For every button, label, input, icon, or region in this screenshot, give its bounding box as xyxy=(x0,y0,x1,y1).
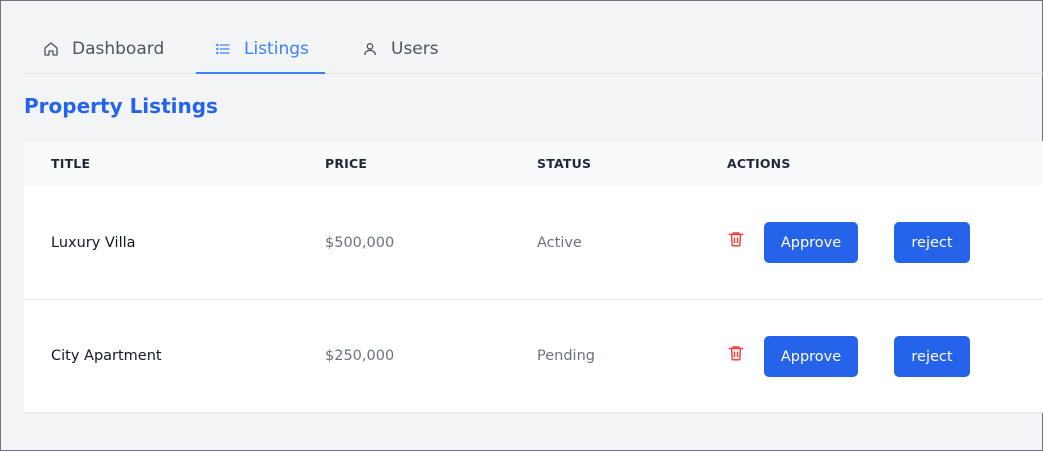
tab-listings[interactable]: Listings xyxy=(196,25,325,74)
listing-title: Luxury Villa xyxy=(51,234,136,251)
trash-icon[interactable] xyxy=(727,230,745,248)
page-title: Property Listings xyxy=(24,94,218,118)
column-header-status: STATUS xyxy=(537,156,592,171)
list-icon xyxy=(214,40,232,58)
user-icon xyxy=(361,40,379,58)
column-header-actions: ACTIONS xyxy=(727,156,791,171)
trash-icon[interactable] xyxy=(727,344,745,362)
tab-label: Listings xyxy=(244,39,309,59)
reject-button[interactable]: reject xyxy=(894,222,970,263)
approve-button[interactable]: Approve xyxy=(764,336,858,377)
listing-price: $250,000 xyxy=(325,348,395,364)
approve-button[interactable]: Approve xyxy=(764,222,858,263)
column-header-price: PRICE xyxy=(325,156,368,171)
tab-users[interactable]: Users xyxy=(361,25,439,73)
home-icon xyxy=(42,40,60,58)
table-header: TITLE PRICE STATUS ACTIONS xyxy=(24,141,1043,186)
tab-dashboard[interactable]: Dashboard xyxy=(42,25,164,73)
listing-price: $500,000 xyxy=(325,234,395,251)
table-row: Luxury Villa $500,000 Active Approve rej… xyxy=(24,186,1043,300)
listing-status: Pending xyxy=(537,348,595,364)
tab-label: Dashboard xyxy=(72,39,165,59)
reject-button[interactable]: reject xyxy=(894,336,970,377)
tab-label: Users xyxy=(391,39,439,59)
listing-title: City Apartment xyxy=(51,348,162,364)
column-header-title: TITLE xyxy=(51,156,91,171)
table-row: City Apartment $250,000 Pending Approve … xyxy=(24,300,1043,413)
listings-table: TITLE PRICE STATUS ACTIONS Luxury Villa … xyxy=(24,141,1043,413)
nav-tabs: Dashboard Listings Users xyxy=(24,25,1043,74)
listing-status: Active xyxy=(537,234,582,251)
